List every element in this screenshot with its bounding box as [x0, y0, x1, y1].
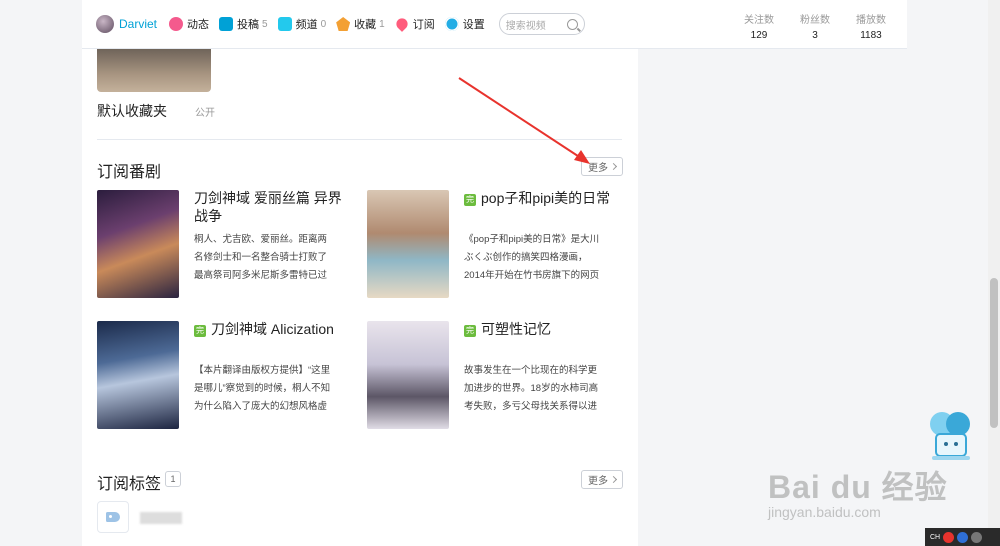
page-scrollbar[interactable] [988, 0, 1000, 546]
bangumi-card[interactable]: 完刀剑神域 Alicization 【本片翻译由版权方提供】“这里是哪儿”察觉到… [97, 321, 342, 431]
nav-label: 投稿 [237, 19, 260, 31]
bangumi-title-text: 刀剑神域 Alicization [211, 321, 334, 337]
nav-label: 收藏 [354, 19, 377, 31]
bangumi-section-title: 订阅番剧 [97, 164, 162, 181]
nav-count: 0 [320, 18, 327, 30]
nav-label: 设置 [462, 19, 485, 31]
favorite-folder-status: 公开 [195, 108, 215, 119]
stat-label: 粉丝数 [800, 15, 830, 26]
more-label: 更多 [588, 476, 608, 487]
tags-count-badge: 1 [165, 471, 181, 487]
tag-item[interactable] [97, 501, 129, 533]
bangumi-description: 【本片翻译由版权方提供】“这里是哪儿”察觉到的时候，桐人不知为什么陷入了庞大的幻… [194, 365, 331, 412]
watermark-main: Bai du 经验 [768, 469, 948, 505]
bangumi-description: 桐人、尤吉欧、爱丽丝。距离两名修剑士和一名整合骑士打败了最高祭司阿多米尼斯多雷特… [194, 234, 328, 281]
bangumi-poster[interactable] [97, 190, 179, 298]
user-stats: 关注数 129 粉丝数 3 播放数 1183 [741, 11, 889, 41]
bangumi-title[interactable]: 完刀剑神域 Alicization [194, 320, 342, 338]
nav-subscriptions[interactable]: 订阅 [393, 16, 435, 32]
system-tray: CH [925, 528, 1000, 546]
bangumi-title[interactable]: 完 pop子和pipi美的日常 [464, 189, 612, 207]
submissions-icon [219, 17, 234, 31]
channels-icon [277, 17, 292, 31]
bangumi-title-text: 刀剑神域 爱丽丝篇 异界战争 [194, 190, 342, 224]
bangumi-description: 《pop子和pipi美的日常》是大川ぶくぶ创作的搞笑四格漫画，2014年开始在竹… [464, 234, 600, 281]
search-input[interactable]: 搜索视频 [498, 13, 585, 35]
nav-label: 频道 [295, 19, 318, 31]
bangumi-title[interactable]: 完可塑性记忆 [464, 320, 612, 338]
bangumi-title[interactable]: 刀剑神域 爱丽丝篇 异界战争 [194, 189, 342, 225]
bangumi-poster[interactable] [367, 321, 449, 429]
nav-label: 动态 [187, 19, 210, 31]
search-icon[interactable] [566, 18, 578, 30]
stat-label: 播放数 [856, 15, 886, 26]
nav-favorites[interactable]: 收藏 1 [336, 16, 385, 32]
nav-channels[interactable]: 频道 0 [277, 16, 327, 32]
chevron-right-icon [609, 475, 618, 484]
tray-arrow-icon[interactable] [971, 531, 983, 543]
bangumi-poster[interactable] [367, 190, 449, 298]
stat-value: 1183 [860, 30, 882, 41]
tag-icon [106, 512, 120, 522]
stat-value: 3 [812, 30, 818, 41]
username-link[interactable]: Darviet [119, 17, 157, 31]
tag-name-blurred[interactable] [140, 512, 182, 524]
tags-more-button[interactable]: 更多 [581, 470, 623, 489]
stat-value: 129 [750, 30, 768, 41]
tags-section-title: 订阅标签 [97, 476, 162, 493]
stat-following[interactable]: 关注数 129 [741, 11, 777, 41]
dynamics-icon [169, 17, 184, 31]
bangumi-card[interactable]: 完可塑性记忆 故事发生在一个比现在的科学更加进步的世界。18岁的水柿司高考失败，… [367, 321, 612, 431]
sogou-icon[interactable] [943, 531, 955, 543]
top-bar: Darviet 动态 投稿 5 频道 0 收藏 1 订阅 设置 搜索视频 关注数… [82, 0, 907, 49]
bangumi-card[interactable]: 完 pop子和pipi美的日常 《pop子和pipi美的日常》是大川ぶくぶ创作的搞… [367, 190, 612, 300]
avatar[interactable] [96, 15, 114, 33]
finished-badge: 完 [464, 325, 476, 337]
nav-submissions[interactable]: 投稿 5 [219, 16, 268, 32]
finished-badge: 完 [464, 194, 476, 206]
bangumi-card[interactable]: 刀剑神域 爱丽丝篇 异界战争 桐人、尤吉欧、爱丽丝。距离两名修剑士和一名整合骑士… [97, 190, 342, 300]
favorite-folder-name[interactable]: 默认收藏夹 [97, 101, 167, 121]
bangumi-title-text: 可塑性记忆 [481, 321, 551, 337]
nav-count: 5 [262, 18, 268, 30]
stat-label: 关注数 [744, 15, 774, 26]
input-language-indicator[interactable]: CH [930, 534, 940, 541]
scrollbar-thumb[interactable] [990, 278, 998, 428]
search-placeholder: 搜索视频 [505, 20, 546, 32]
favorite-folder-thumbnail[interactable] [97, 48, 211, 92]
top-nav: Darviet 动态 投稿 5 频道 0 收藏 1 订阅 设置 搜索视频 [96, 13, 585, 35]
bangumi-description: 故事发生在一个比现在的科学更加进步的世界。18岁的水柿司高考失败，多亏父母找关系… [464, 365, 599, 412]
favorites-icon [336, 17, 351, 31]
bangumi-poster[interactable] [97, 321, 179, 429]
more-label: 更多 [588, 163, 608, 174]
stat-plays: 播放数 1183 [853, 11, 889, 41]
nav-dynamics[interactable]: 动态 [169, 16, 209, 32]
nav-count: 1 [379, 18, 385, 30]
section-divider [97, 139, 622, 140]
gear-icon [444, 17, 459, 31]
mascot-icon[interactable] [926, 406, 974, 464]
nav-settings[interactable]: 设置 [444, 16, 485, 32]
finished-badge: 完 [194, 325, 206, 337]
bangumi-more-button[interactable]: 更多 [581, 157, 623, 176]
chevron-right-icon [609, 162, 618, 171]
stat-fans[interactable]: 粉丝数 3 [797, 11, 833, 41]
bangumi-title-text: pop子和pipi美的日常 [481, 190, 611, 206]
baidu-watermark: Bai du 经验 jingyan.baidu.com [768, 462, 948, 520]
nav-label: 订阅 [412, 19, 435, 31]
help-icon[interactable] [957, 531, 969, 543]
heart-icon [393, 16, 410, 32]
